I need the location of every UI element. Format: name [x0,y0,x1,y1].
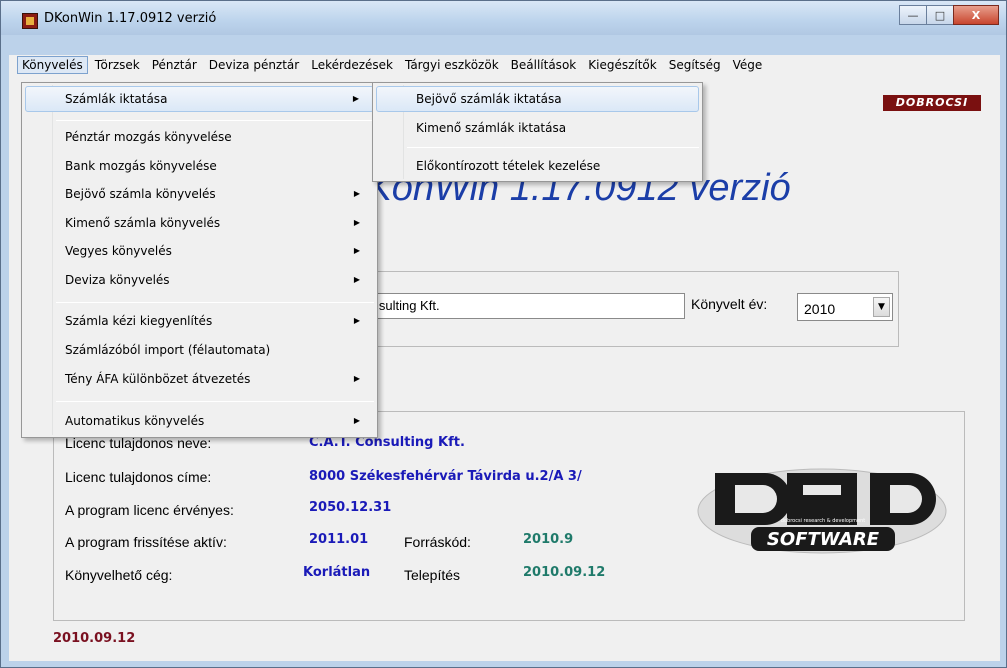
menu-konyveles[interactable]: Könyvelés [17,56,88,74]
menu-item-label: Tény ÁFA különbözet átvezetés [65,372,251,386]
menu-segitseg[interactable]: Segítség [664,56,726,74]
year-select[interactable]: 2010 ▼ [797,293,893,321]
menu-item-szamlazo-import[interactable]: Számlázóból import (félautomata) [25,337,374,363]
install-label: Telepítés [404,567,461,583]
menu-torzsek[interactable]: Törzsek [90,56,145,74]
update-label: A program frissítése aktív: [65,534,227,550]
menu-vege[interactable]: Vége [728,56,768,74]
menu-item-label: Automatikus könyvelés [65,414,205,428]
submenu-arrow-icon: ▶ [353,416,360,425]
menu-separator [56,120,374,121]
menu-item-automatikus[interactable]: Automatikus könyvelés ▶ [25,408,374,434]
menu-item-kimeno-iktatas[interactable]: Kimenő számlák iktatása [376,115,699,141]
menu-item-label: Pénztár mozgás könyvelése [65,130,232,144]
year-value: 2010 [804,301,836,317]
logo-subtext: dobrocsi research & development [781,518,865,524]
source-label: Forráskód: [404,534,471,550]
submenu-arrow-icon: ▶ [353,316,360,325]
owner-address: 8000 Székesfehérvár Távirda u.2/A 3/ [309,469,582,484]
footer-date: 2010.09.12 [53,631,136,646]
year-label: Könyvelt év: [691,296,768,312]
menu-item-bejovo-iktatas[interactable]: Bejövő számlák iktatása [376,86,699,112]
dropdown-arrow-icon[interactable]: ▼ [873,297,890,317]
drd-software-logo: SOFTWARE dobrocsi research & development [697,468,947,554]
menu-item-label: Számla kézi kiegyenlítés [65,314,213,328]
konyveles-dropdown: Számlák iktatása ▶ Pénztár mozgás könyve… [21,82,378,438]
menu-deviza-penztar[interactable]: Deviza pénztár [204,56,304,74]
menu-item-label: Vegyes könyvelés [65,244,172,258]
menu-separator [407,147,699,148]
submenu-arrow-icon: ▶ [353,246,360,255]
title-bar[interactable]: DKonWin 1.17.0912 verzió — □ X [1,1,1006,35]
app-icon[interactable] [22,13,38,29]
logo-text: SOFTWARE [767,529,880,550]
menu-item-label: Kimenő számlák iktatása [416,121,567,135]
maximize-button[interactable]: □ [926,5,954,25]
license-valid-label: A program licenc érvényes: [65,502,234,518]
menu-item-label: Számlák iktatása [65,92,168,106]
update-value: 2011.01 [309,532,369,547]
menu-item-penztar-mozgas[interactable]: Pénztár mozgás könyvelése [25,124,374,150]
menu-kiegeszitok[interactable]: Kiegészítők [583,56,661,74]
menu-item-kimeno-szamla[interactable]: Kimenő számla könyvelés ▶ [25,210,374,236]
close-button[interactable]: X [953,5,999,25]
window-title: DKonWin 1.17.0912 verzió [44,11,217,26]
menu-item-label: Bejövő számla könyvelés [65,187,216,201]
menu-item-bejovo-szamla[interactable]: Bejövő számla könyvelés ▶ [25,181,374,207]
menu-item-teny-afa[interactable]: Tény ÁFA különbözet átvezetés ▶ [25,366,374,392]
menu-item-elokontirozott[interactable]: Előkontírozott tételek kezelése [376,153,699,179]
menu-lekerdezesek[interactable]: Lekérdezések [306,56,398,74]
menu-item-bank-mozgas[interactable]: Bank mozgás könyvelése [25,153,374,179]
company-count: Korlátlan [303,565,371,580]
menu-beallitasok[interactable]: Beállítások [506,56,582,74]
dobrocsi-badge: DOBROCSI [883,95,981,111]
source-value: 2010.9 [523,532,574,547]
menu-targyi-eszkozok[interactable]: Tárgyi eszközök [400,56,504,74]
submenu-arrow-icon: ▶ [353,189,360,198]
menu-item-deviza[interactable]: Deviza könyvelés ▶ [25,267,374,293]
menu-item-szamlak-iktatasa[interactable]: Számlák iktatása ▶ [25,86,374,112]
submenu-arrow-icon: ▶ [353,275,360,284]
szamlak-submenu: Bejövő számlák iktatása Kimenő számlák i… [372,82,703,182]
minimize-button[interactable]: — [899,5,927,25]
menu-penztar[interactable]: Pénztár [147,56,202,74]
submenu-arrow-icon: ▶ [352,94,359,103]
license-valid: 2050.12.31 [309,500,392,515]
menu-item-vegyes[interactable]: Vegyes könyvelés ▶ [25,238,374,264]
company-count-label: Könyvelhető cég: [65,567,173,583]
window-controls: — □ X [899,5,999,25]
menu-item-label: Bejövő számlák iktatása [416,92,562,106]
menu-separator [56,401,374,402]
app-window: DKonWin 1.17.0912 verzió — □ X Könyvelés… [0,0,1007,668]
owner-address-label: Licenc tulajdonos címe: [65,469,212,485]
menu-item-label: Bank mozgás könyvelése [65,159,217,173]
menu-bar: Könyvelés Törzsek Pénztár Deviza pénztár… [9,55,1000,75]
menu-item-label: Előkontírozott tételek kezelése [416,159,601,173]
menu-item-label: Kimenő számla könyvelés [65,216,221,230]
submenu-arrow-icon: ▶ [353,218,360,227]
submenu-arrow-icon: ▶ [353,374,360,383]
menu-item-label: Deviza könyvelés [65,273,170,287]
menu-item-kezi-kiegyenlites[interactable]: Számla kézi kiegyenlítés ▶ [25,308,374,334]
menu-separator [56,302,374,303]
menu-item-label: Számlázóból import (félautomata) [65,343,271,357]
install-value: 2010.09.12 [523,565,606,580]
